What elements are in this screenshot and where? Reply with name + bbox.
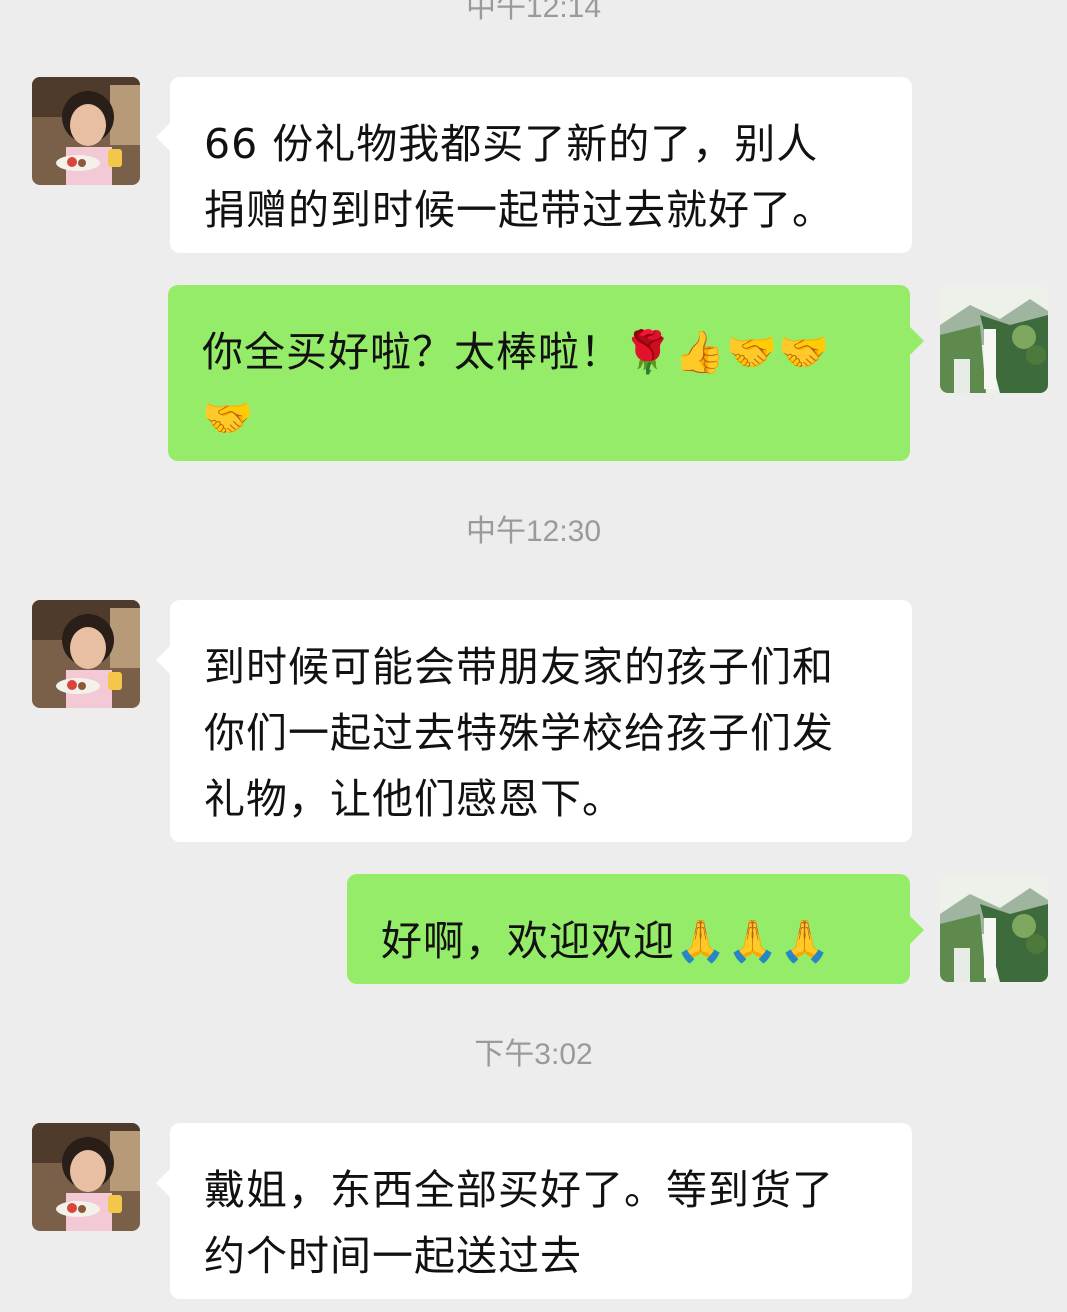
- timestamp: 中午12:14: [465, 0, 602, 24]
- message-text-line: 捐赠的到时候一起带过去就好了。: [204, 186, 834, 234]
- contact-avatar[interactable]: [32, 600, 140, 708]
- contact-avatar[interactable]: [32, 77, 140, 185]
- child-photo-icon: [32, 1123, 140, 1231]
- message-bubble-incoming[interactable]: 戴姐，东西全部买好了。等到货了 约个时间一起送过去: [156, 1123, 912, 1299]
- message-bubble-incoming[interactable]: 到时候可能会带朋友家的孩子们和 你们一起过去特殊学校给孩子们发 礼物，让他们感恩…: [156, 600, 912, 842]
- message-text-line: 🤝: [202, 394, 255, 442]
- message-bubble-outgoing[interactable]: 好啊，欢迎欢迎🙏🙏🙏: [347, 874, 924, 984]
- message-text-line: 礼物，让他们感恩下。: [204, 775, 624, 823]
- self-avatar[interactable]: [940, 285, 1048, 393]
- message-text-line: 约个时间一起送过去: [204, 1232, 582, 1280]
- message-bubble-outgoing[interactable]: 你全买好啦？太棒啦！🌹👍🤝🤝 🤝: [168, 285, 924, 461]
- timestamp: 中午12:30: [465, 515, 602, 548]
- waterfall-landscape-icon: [940, 874, 1048, 982]
- message-text-line: 到时候可能会带朋友家的孩子们和: [204, 643, 834, 691]
- message-text-line: 66 份礼物我都买了新的了，别人: [204, 120, 819, 168]
- waterfall-landscape-icon: [940, 285, 1048, 393]
- timestamp: 下午3:02: [474, 1038, 593, 1071]
- self-avatar[interactable]: [940, 874, 1048, 982]
- message-text-line: 你们一起过去特殊学校给孩子们发: [204, 709, 834, 757]
- message-text-line: 好啊，欢迎欢迎🙏🙏🙏: [381, 917, 832, 965]
- child-photo-icon: [32, 600, 140, 708]
- child-photo-icon: [32, 77, 140, 185]
- message-text-line: 戴姐，东西全部买好了。等到货了: [204, 1166, 834, 1214]
- message-text-line: 你全买好啦？太棒啦！🌹👍🤝🤝: [202, 328, 831, 376]
- message-bubble-incoming[interactable]: 66 份礼物我都买了新的了，别人 捐赠的到时候一起带过去就好了。: [156, 77, 912, 253]
- contact-avatar[interactable]: [32, 1123, 140, 1231]
